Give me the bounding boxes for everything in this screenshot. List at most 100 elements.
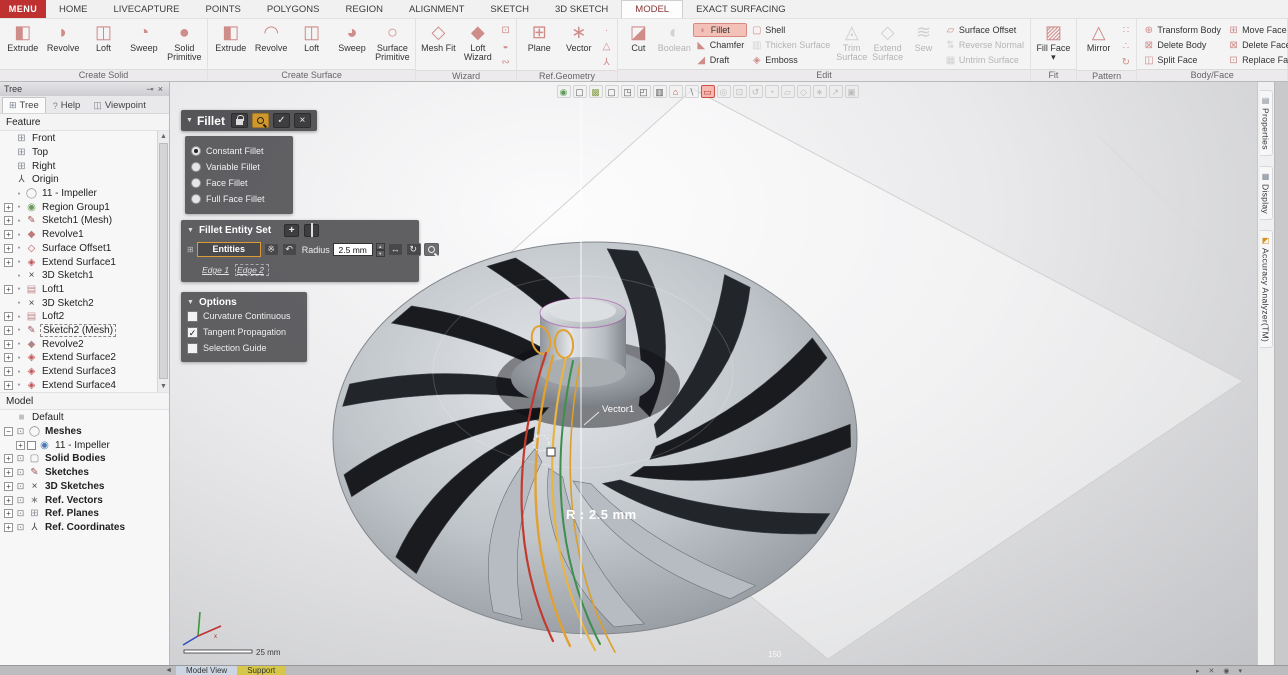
measure-radius-icon[interactable]: ↔	[388, 243, 403, 256]
section-caret-icon[interactable]: ▼	[187, 299, 194, 306]
surface-offset-button[interactable]: ▱Surface Offset	[942, 23, 1027, 37]
ref-polygon-icon[interactable]: △	[599, 39, 614, 54]
visibility-icon[interactable]: ⊡	[15, 481, 26, 492]
menu-tab-home[interactable]: HOME	[46, 0, 101, 18]
feature-item-surface-offset1[interactable]: +●◇Surface Offset1	[0, 242, 156, 256]
circular-pattern-icon[interactable]: ∴	[1118, 39, 1133, 54]
menu-tab-livecapture[interactable]: LIVECAPTURE	[101, 0, 193, 18]
status-tab-support[interactable]: Support	[237, 666, 285, 675]
tree-expander-icon[interactable]: +	[4, 468, 13, 477]
close-dialog-icon[interactable]: ×	[294, 113, 311, 128]
tree-expander-icon[interactable]: +	[4, 203, 13, 212]
feature-item-3d-sketch1[interactable]: ●×3D Sketch1	[0, 269, 156, 283]
chamfer-button[interactable]: ◣Chamfer	[693, 38, 748, 52]
tree-expander-icon[interactable]: +	[4, 353, 13, 362]
close-view-icon[interactable]: ✕	[1209, 667, 1215, 675]
model-item-solid-bodies[interactable]: +⊡▢Solid Bodies	[0, 452, 169, 466]
transform-body-button[interactable]: ⊕Transform Body	[1140, 23, 1224, 37]
sketch-wizard-icon[interactable]: ⊡	[498, 23, 513, 38]
option-curvature-continuous[interactable]: Curvature Continuous	[187, 308, 301, 324]
tree-expander-icon[interactable]: +	[4, 285, 13, 294]
pin-icon[interactable]: ⊸	[144, 84, 156, 95]
extrude-button[interactable]: ◧Extrude	[211, 21, 250, 53]
menu-tab-polygons[interactable]: POLYGONS	[254, 0, 333, 18]
tree-expander-icon[interactable]: +	[4, 312, 13, 321]
delete-entity-set-button[interactable]	[304, 224, 319, 237]
plane-button[interactable]: ⊞Plane	[520, 21, 558, 53]
filter-icon[interactable]: ※	[264, 243, 279, 256]
solid-primitive-button[interactable]: ●Solid Primitive	[165, 21, 204, 62]
visibility-icon[interactable]: ⊡	[15, 467, 26, 478]
loft-button[interactable]: ◫Loft	[84, 21, 123, 53]
ref-point-icon[interactable]: ·	[599, 23, 614, 38]
tree-expander-icon[interactable]: +	[4, 454, 13, 463]
play-icon[interactable]: ▸	[1196, 667, 1200, 675]
tree-expander-icon[interactable]: +	[4, 496, 13, 505]
lock-icon[interactable]	[231, 113, 248, 128]
menu-tab-region[interactable]: REGION	[333, 0, 396, 18]
model-item-3d-sketches[interactable]: +⊡×3D Sketches	[0, 480, 169, 494]
tree-expander-icon[interactable]: +	[4, 216, 13, 225]
add-entity-set-button[interactable]: +	[284, 224, 299, 237]
entities-button[interactable]: Entities	[197, 242, 261, 257]
section-y-icon[interactable]: ◰	[636, 85, 650, 98]
loft-wizard-button[interactable]: ◆Loft Wizard	[459, 21, 497, 62]
option-selection-guide[interactable]: Selection Guide	[187, 340, 301, 356]
delete-face-button[interactable]: ⊠Delete Face	[1225, 38, 1288, 52]
visibility-checkbox[interactable]	[27, 441, 36, 450]
feature-item-loft2[interactable]: +●▤Loft2	[0, 310, 156, 324]
draft-button[interactable]: ◢Draft	[693, 53, 748, 67]
side-tab-display[interactable]: ▦Display	[1260, 166, 1273, 220]
back-arrow-icon[interactable]: ◄	[165, 667, 172, 674]
feature-item-loft1[interactable]: +●▤Loft1	[0, 283, 156, 297]
feature-item-extend-surface3[interactable]: +●◈Extend Surface3	[0, 365, 156, 379]
curve-pattern-icon[interactable]: ↻	[1118, 55, 1133, 70]
visibility-icon[interactable]: ⊡	[15, 495, 26, 506]
visibility-icon[interactable]: ⊡	[15, 426, 26, 437]
feature-item-11-impeller[interactable]: ●◯11 - Impeller	[0, 187, 156, 201]
revolve-button[interactable]: ◗Revolve	[43, 21, 82, 53]
tree-expander-icon[interactable]: +	[4, 509, 13, 518]
feature-item-extend-surface4[interactable]: +●◈Extend Surface4	[0, 378, 156, 392]
rolling-ball-icon[interactable]: ↻	[406, 243, 421, 256]
side-tab-properties[interactable]: ▤Properties	[1260, 90, 1273, 156]
radius-spinner[interactable]: ▲▼	[376, 243, 385, 256]
feature-item-revolve1[interactable]: +●◆Revolve1	[0, 228, 156, 242]
feature-item-region-group1[interactable]: +●◉Region Group1	[0, 200, 156, 214]
close-icon[interactable]: ×	[156, 84, 165, 94]
tree-expander-icon[interactable]: +	[4, 340, 13, 349]
region-display-icon[interactable]: ▩	[588, 85, 602, 98]
tree-expander-icon[interactable]: +	[4, 326, 13, 335]
region-wizard-icon[interactable]: ◒	[498, 39, 513, 54]
tree-expander-icon[interactable]: −	[4, 427, 13, 436]
mirror-button[interactable]: △Mirror	[1080, 21, 1117, 53]
section-caret-icon[interactable]: ▼	[187, 227, 194, 234]
tree-expander-icon[interactable]: +	[4, 367, 13, 376]
split-view-icon[interactable]: ▥	[652, 85, 666, 98]
model-item-ref-vectors[interactable]: +⊡∗Ref. Vectors	[0, 493, 169, 507]
menu-tab-points[interactable]: POINTS	[193, 0, 254, 18]
feature-item-front[interactable]: ⊞Front	[0, 132, 156, 146]
menu-tab-sketch[interactable]: SKETCH	[477, 0, 542, 18]
ref-coordinate-icon[interactable]: ⅄	[599, 55, 614, 70]
tree-expander-icon[interactable]: +	[4, 258, 13, 267]
shell-button[interactable]: ▢Shell	[748, 23, 833, 37]
confirm-icon[interactable]: ✓	[273, 113, 290, 128]
status-tab-model-view[interactable]: Model View	[176, 666, 237, 675]
model-item-11-impeller[interactable]: +◉11 - Impeller	[0, 438, 169, 452]
menu-tab-3d-sketch[interactable]: 3D SKETCH	[542, 0, 621, 18]
edge-item-edge-2[interactable]: Edge 2	[235, 264, 269, 276]
radio-variable-fillet[interactable]: Variable Fillet	[191, 159, 287, 175]
body-display-icon[interactable]: ▢	[572, 85, 586, 98]
radio-constant-fillet[interactable]: Constant Fillet	[191, 143, 287, 159]
model-item-default[interactable]: ■Default	[0, 411, 169, 425]
section-x-icon[interactable]: ◳	[620, 85, 634, 98]
panel-tab-viewpoint[interactable]: ◫Viewpoint	[87, 98, 152, 113]
measure-tool-icon[interactable]: ⌂	[668, 85, 682, 98]
scroll-down-icon[interactable]: ▼	[158, 381, 169, 392]
emboss-button[interactable]: ◈Emboss	[748, 53, 833, 67]
side-tab-accuracy-analyzer-tm[interactable]: ◩Accuracy Analyzer(TM)	[1260, 230, 1273, 348]
menu-button[interactable]: MENU	[0, 0, 46, 18]
menu-tab-model[interactable]: MODEL	[621, 0, 683, 18]
tree-expander-icon[interactable]: +	[4, 244, 13, 253]
